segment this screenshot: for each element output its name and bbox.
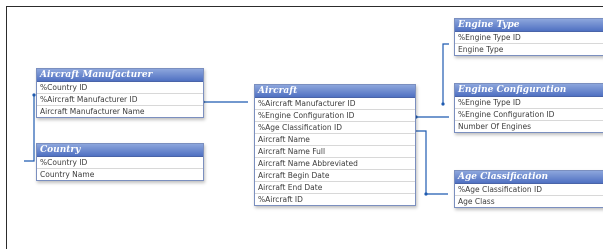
table-title: Aircraft Manufacturer <box>37 69 203 82</box>
link-dot <box>424 192 428 196</box>
field[interactable]: Aircraft Begin Date <box>255 170 415 182</box>
field[interactable]: Aircraft Name <box>255 134 415 146</box>
field[interactable]: Age Class <box>455 196 603 207</box>
field[interactable]: %Engine Type ID <box>455 97 603 109</box>
field[interactable]: Aircraft Name Full <box>255 146 415 158</box>
field[interactable]: Aircraft End Date <box>255 182 415 194</box>
table-title: Aircraft <box>255 85 415 98</box>
field[interactable]: %Engine Type ID <box>455 32 603 44</box>
table-aircraft[interactable]: Aircraft %Aircraft Manufacturer ID %Engi… <box>254 84 416 206</box>
table-aircraft-manufacturer[interactable]: Aircraft Manufacturer %Country ID %Aircr… <box>36 68 204 118</box>
field[interactable]: %Aircraft ID <box>255 194 415 205</box>
field[interactable]: %Engine Configuration ID <box>255 110 415 122</box>
table-engine-configuration[interactable]: Engine Configuration %Engine Type ID %En… <box>454 83 603 133</box>
link-country-id <box>24 95 35 162</box>
table-age-classification[interactable]: Age Classification %Age Classification I… <box>454 170 603 208</box>
field[interactable]: %Aircraft Manufacturer ID <box>255 98 415 110</box>
field[interactable]: %Country ID <box>37 157 203 169</box>
field[interactable]: Aircraft Name Abbreviated <box>255 158 415 170</box>
table-title: Country <box>37 144 203 157</box>
link-engine-type-id <box>442 43 449 104</box>
field[interactable]: Aircraft Manufacturer Name <box>37 106 203 117</box>
field[interactable]: %Age Classification ID <box>455 184 603 196</box>
table-country[interactable]: Country %Country ID Country Name <box>36 143 204 181</box>
link-age-classification-id <box>414 130 448 195</box>
table-engine-type[interactable]: Engine Type %Engine Type ID Engine Type <box>454 18 603 56</box>
table-title: Age Classification <box>455 171 603 184</box>
field[interactable]: %Age Classification ID <box>255 122 415 134</box>
table-title: Engine Type <box>455 19 603 32</box>
field[interactable]: Number Of Engines <box>455 121 603 132</box>
field[interactable]: Country Name <box>37 169 203 180</box>
field[interactable]: %Engine Configuration ID <box>455 109 603 121</box>
field[interactable]: %Country ID <box>37 82 203 94</box>
field[interactable]: %Aircraft Manufacturer ID <box>37 94 203 106</box>
table-title: Engine Configuration <box>455 84 603 97</box>
field[interactable]: Engine Type <box>455 44 603 55</box>
link-dot <box>441 102 445 106</box>
